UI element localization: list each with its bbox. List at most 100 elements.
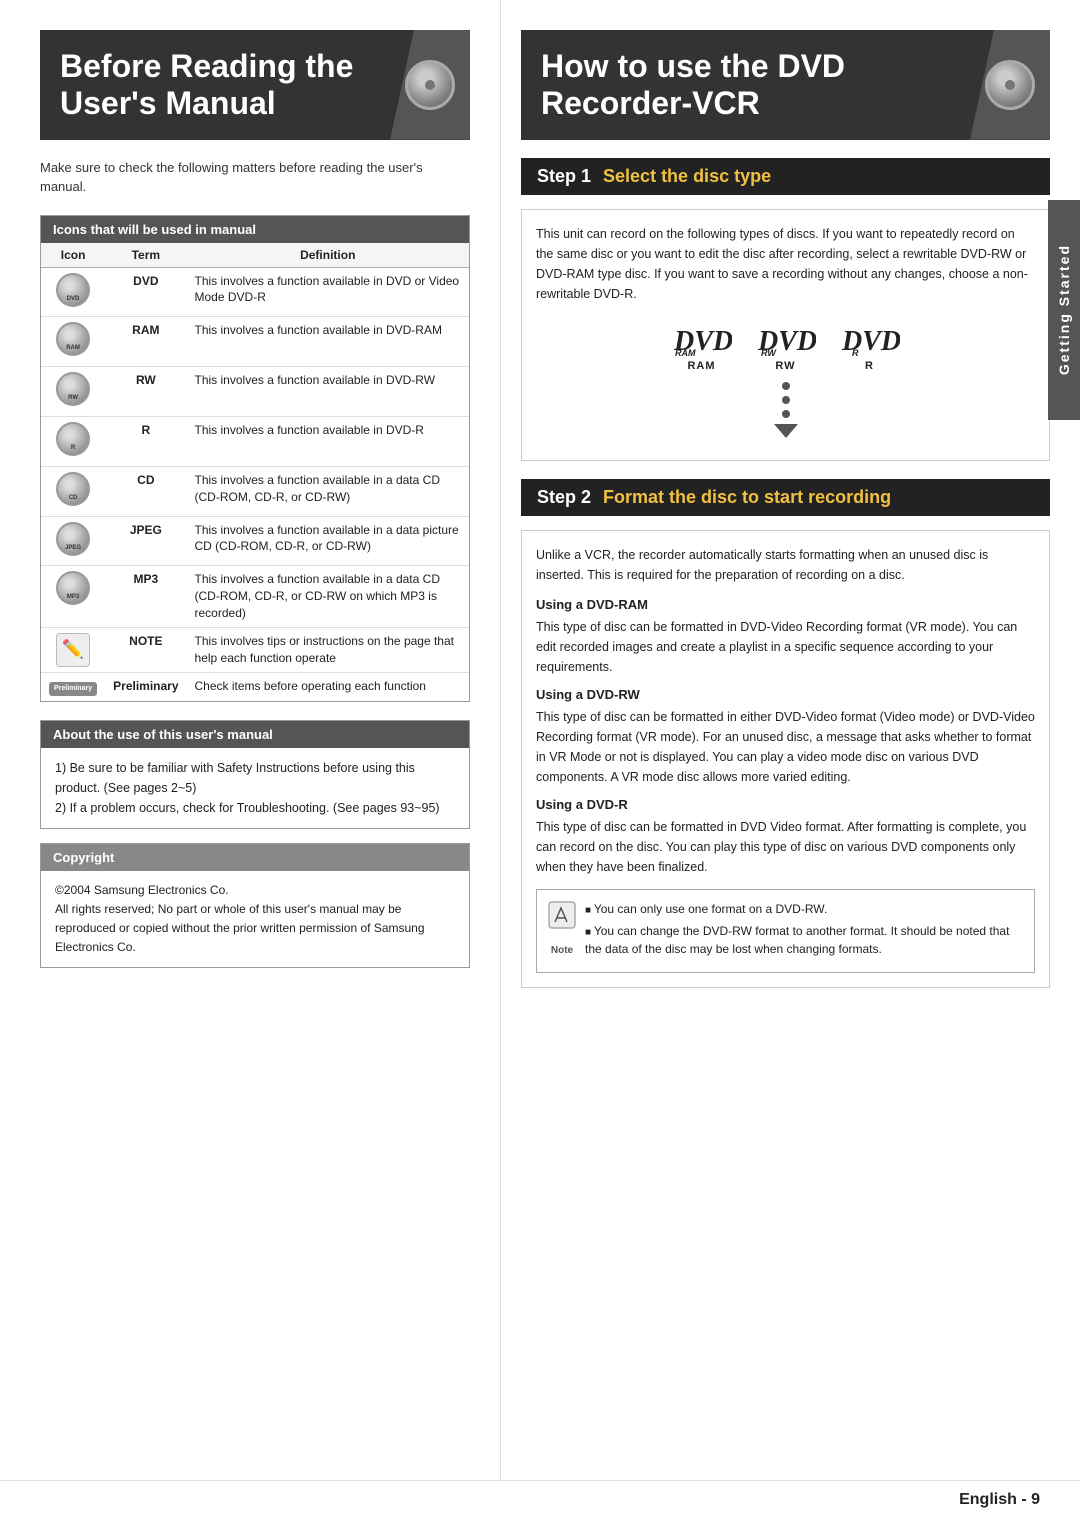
step2-intro: Unlike a VCR, the recorder automatically… [536,545,1035,585]
note-item-1: You can only use one format on a DVD-RW. [585,900,1024,918]
icon-badge-mp3: MP3 [56,571,90,605]
icon-badge-cd: CD [56,472,90,506]
icon-cell: RAM [41,317,105,367]
step2-sub-dvdram: Using a DVD-RAM [536,597,1035,612]
table-row: MP3 MP3This involves a function availabl… [41,566,469,627]
right-title-box: How to use the DVD Recorder-VCR [521,30,1050,140]
svg-text:RAM: RAM [675,348,696,356]
icons-table-box: Icons that will be used in manual Icon T… [40,215,470,702]
icons-table: Icon Term Definition DVD DVDThis involve… [41,243,469,701]
step2-sub-dvdr: Using a DVD-R [536,797,1035,812]
disc-logo-ram: DVD RAM RAM [672,320,732,372]
col-term: Term [105,243,186,268]
col-definition: Definition [187,243,469,268]
dot1 [782,382,790,390]
disc-label-ram: RAM [687,360,715,372]
definition-cell: This involves a function available in DV… [187,317,469,367]
step2-title: Format the disc to start recording [603,487,891,508]
icon-badge-ram: RAM [56,322,90,356]
icon-cell: MP3 [41,566,105,627]
icon-cell: ✏️ [41,627,105,672]
step2-num: Step 2 [537,487,591,508]
definition-cell: This involves a function available in a … [187,566,469,627]
col-icon: Icon [41,243,105,268]
copyright-line2: All rights reserved; No part or whole of… [55,900,455,958]
icon-badge-rw: RW [56,372,90,406]
right-title: How to use the DVD Recorder-VCR [541,48,1030,122]
step1-header: Step 1 Select the disc type [521,158,1050,195]
side-tab-text: Getting Started [1056,244,1072,375]
icon-badge-dvd: DVD [56,273,90,307]
table-row: PreliminaryPreliminaryCheck items before… [41,672,469,700]
side-tab: Getting Started [1048,200,1080,420]
icon-cell: DVD [41,267,105,317]
definition-cell: This involves a function available in a … [187,466,469,516]
term-cell: RW [105,367,186,417]
step1-section: This unit can record on the following ty… [521,209,1050,461]
dvd-logo-rw: DVD RW [756,320,816,356]
table-row: RAM RAMThis involves a function availabl… [41,317,469,367]
term-cell: RAM [105,317,186,367]
table-row: DVD DVDThis involves a function availabl… [41,267,469,317]
table-row: JPEG JPEGThis involves a function availa… [41,516,469,566]
svg-text:R: R [852,348,859,356]
note-item-2: You can change the DVD-RW format to anot… [585,922,1024,958]
term-cell: Preliminary [105,672,186,700]
icon-badge-jpeg: JPEG [56,522,90,556]
step2-header: Step 2 Format the disc to start recordin… [521,479,1050,516]
icon-cell: R [41,416,105,466]
step2-text-dvdram: This type of disc can be formatted in DV… [536,617,1035,677]
step2-text-dvdr: This type of disc can be formatted in DV… [536,817,1035,877]
table-row: ✏️NOTEThis involves tips or instructions… [41,627,469,672]
icon-badge-r: R [56,422,90,456]
copyright-box-header: Copyright [41,844,469,871]
disc-label-rw: RW [775,360,795,372]
disc-label-r: R [865,360,874,372]
step2-section: Unlike a VCR, the recorder automatically… [521,530,1050,988]
about-box: About the use of this user's manual 1) B… [40,720,470,829]
definition-cell: Check items before operating each functi… [187,672,469,700]
icon-cell: RW [41,367,105,417]
main-columns: Before Reading the User's Manual Make su… [0,0,1080,1480]
page-number: English - 9 [959,1491,1040,1509]
step1-num: Step 1 [537,166,591,187]
copyright-box-content: ©2004 Samsung Electronics Co. All rights… [41,871,469,968]
svg-text:DVD: DVD [841,326,900,356]
svg-text:RW: RW [761,348,777,356]
definition-cell: This involves a function available in DV… [187,267,469,317]
disc-logos-row: DVD RAM RAM DVD RW RW [536,320,1035,372]
disc-logo-r: DVD R R [840,320,900,372]
title-decoration [390,30,470,140]
right-title-decoration [970,30,1050,140]
term-cell: DVD [105,267,186,317]
icons-table-header: Icons that will be used in manual [41,216,469,243]
term-cell: MP3 [105,566,186,627]
arrow-triangle [774,424,798,438]
table-row: CD CDThis involves a function available … [41,466,469,516]
right-column: Getting Started How to use the DVD Recor… [500,0,1080,1480]
step2-sub-dvdrw: Using a DVD-RW [536,687,1035,702]
disc-icon-left [405,60,455,110]
note-label: Note [547,943,577,958]
icon-cell: JPEG [41,516,105,566]
step1-title: Select the disc type [603,166,771,187]
term-cell: NOTE [105,627,186,672]
about-item-2: 2) If a problem occurs, check for Troubl… [55,798,455,818]
disc-icon-right [985,60,1035,110]
left-column: Before Reading the User's Manual Make su… [0,0,500,1480]
dvd-logo-ram: DVD RAM [672,320,732,356]
term-cell: CD [105,466,186,516]
icon-cell: Preliminary [41,672,105,700]
left-title-box: Before Reading the User's Manual [40,30,470,140]
definition-cell: This involves a function available in DV… [187,416,469,466]
about-box-header: About the use of this user's manual [41,721,469,748]
note-content: You can only use one format on a DVD-RW.… [585,900,1024,962]
page-footer: English - 9 [0,1480,1080,1529]
step1-intro: This unit can record on the following ty… [536,224,1035,304]
copyright-box: Copyright ©2004 Samsung Electronics Co. … [40,843,470,969]
icon-badge-prelim: Preliminary [49,682,97,696]
definition-cell: This involves tips or instructions on th… [187,627,469,672]
term-cell: R [105,416,186,466]
copyright-line1: ©2004 Samsung Electronics Co. [55,881,455,900]
left-title: Before Reading the User's Manual [60,48,450,122]
